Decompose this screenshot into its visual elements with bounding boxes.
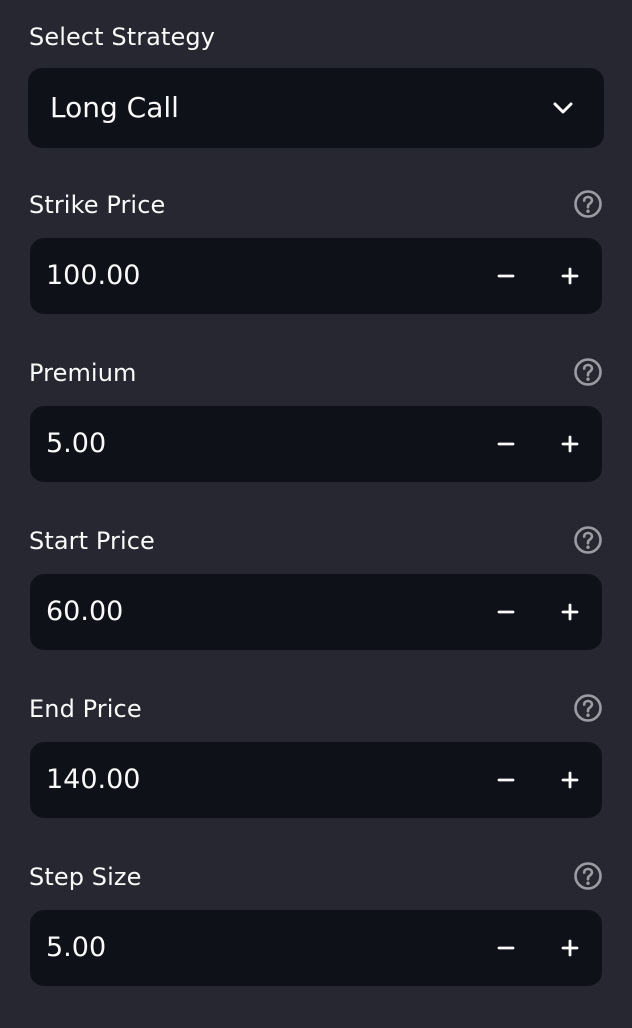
minus-icon bbox=[497, 778, 515, 782]
strike-price-decrement-button[interactable] bbox=[474, 238, 538, 314]
help-circle-icon[interactable] bbox=[572, 524, 604, 556]
plus-icon bbox=[561, 603, 579, 621]
step-size-input[interactable]: 5.00 bbox=[30, 910, 602, 986]
premium-value: 5.00 bbox=[46, 428, 107, 459]
start-price-decrement-button[interactable] bbox=[474, 574, 538, 650]
premium-label: Premium bbox=[29, 359, 137, 387]
start-price-value: 60.00 bbox=[46, 596, 124, 627]
strategy-selected-value: Long Call bbox=[50, 91, 179, 124]
strategy-label: Select Strategy bbox=[29, 23, 215, 51]
plus-icon bbox=[561, 267, 579, 285]
premium-increment-button[interactable] bbox=[538, 406, 602, 482]
step-size-value: 5.00 bbox=[46, 932, 107, 963]
end-price-input[interactable]: 140.00 bbox=[30, 742, 602, 818]
start-price-input[interactable]: 60.00 bbox=[30, 574, 602, 650]
minus-icon bbox=[497, 610, 515, 614]
minus-icon bbox=[497, 274, 515, 278]
help-circle-icon[interactable] bbox=[572, 188, 604, 220]
plus-icon bbox=[561, 939, 579, 957]
help-circle-icon[interactable] bbox=[572, 356, 604, 388]
end-price-decrement-button[interactable] bbox=[474, 742, 538, 818]
help-circle-icon[interactable] bbox=[572, 692, 604, 724]
strategy-select[interactable]: Long Call bbox=[28, 68, 604, 148]
step-size-decrement-button[interactable] bbox=[474, 910, 538, 986]
strike-price-label: Strike Price bbox=[29, 191, 166, 219]
step-size-increment-button[interactable] bbox=[538, 910, 602, 986]
step-size-label: Step Size bbox=[29, 863, 142, 891]
end-price-value: 140.00 bbox=[46, 764, 141, 795]
strike-price-value: 100.00 bbox=[46, 260, 141, 291]
strike-price-increment-button[interactable] bbox=[538, 238, 602, 314]
premium-decrement-button[interactable] bbox=[474, 406, 538, 482]
plus-icon bbox=[561, 771, 579, 789]
sidebar-panel: Select Strategy Long Call Strike Price 1… bbox=[0, 0, 632, 1028]
start-price-label: Start Price bbox=[29, 527, 155, 555]
end-price-increment-button[interactable] bbox=[538, 742, 602, 818]
strike-price-input[interactable]: 100.00 bbox=[30, 238, 602, 314]
end-price-label: End Price bbox=[29, 695, 142, 723]
chevron-down-icon bbox=[553, 102, 573, 114]
premium-input[interactable]: 5.00 bbox=[30, 406, 602, 482]
minus-icon bbox=[497, 442, 515, 446]
help-circle-icon[interactable] bbox=[572, 860, 604, 892]
start-price-increment-button[interactable] bbox=[538, 574, 602, 650]
minus-icon bbox=[497, 946, 515, 950]
plus-icon bbox=[561, 435, 579, 453]
